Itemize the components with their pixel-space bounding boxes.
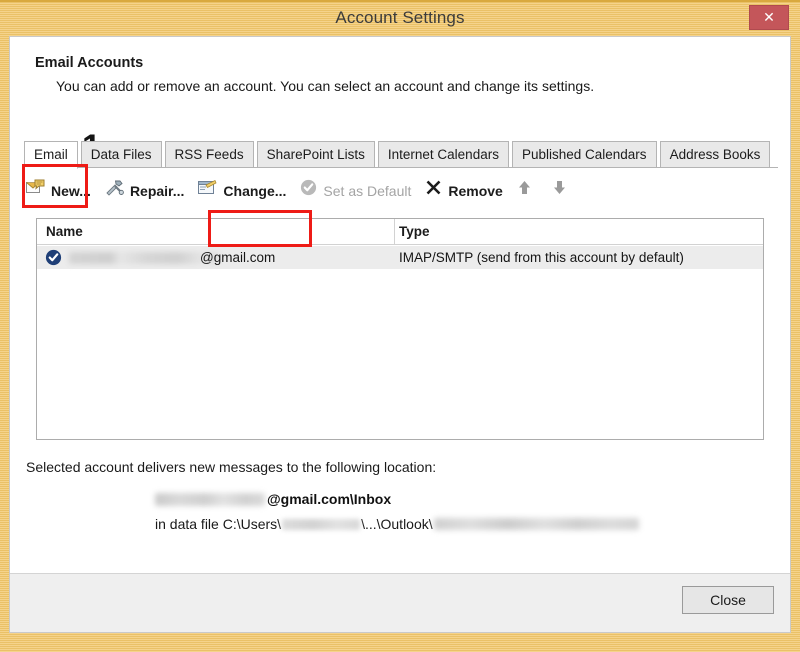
window-title: Account Settings [0,2,800,34]
set-as-default-button[interactable]: Set as Default [300,174,411,208]
arrow-down-icon [552,174,567,208]
new-mail-icon [26,174,45,208]
tab-sharepoint-lists[interactable]: SharePoint Lists [257,141,375,168]
table-row[interactable]: @gmail.com IMAP/SMTP (send from this acc… [37,246,763,269]
change-account-button[interactable]: Change... [198,174,286,208]
delivery-location-suffix: @gmail.com\Inbox [267,489,391,509]
column-header-type: Type [399,219,430,244]
tab-rss-feeds[interactable]: RSS Feeds [165,141,254,168]
delivery-data-file-path: in data file C:\Users\ \...\Outlook\ [155,514,640,534]
dialog-footer: Close [10,573,790,632]
account-name-suffix: @gmail.com [200,248,275,268]
move-down-button[interactable] [552,174,573,208]
repair-account-label: Repair... [130,183,184,199]
repair-tools-icon [105,174,124,208]
account-type: IMAP/SMTP (send from this account by def… [399,248,684,268]
move-up-button[interactable] [517,174,538,208]
remove-account-button[interactable]: Remove [425,174,502,208]
x-remove-icon [425,174,442,208]
account-settings-window: Account Settings ✕ Email Accounts You ca… [0,0,800,652]
column-divider [394,219,395,245]
window-close-button[interactable]: ✕ [749,5,789,30]
column-header-name: Name [46,219,83,244]
tab-internet-calendars[interactable]: Internet Calendars [378,141,509,168]
data-file-prefix: in data file C:\Users\ [155,514,281,534]
arrow-up-icon [517,174,532,208]
redacted-account-name [69,252,219,264]
remove-account-label: Remove [448,183,502,199]
tab-email[interactable]: Email [24,141,78,169]
page-title: Email Accounts [35,55,143,71]
redacted-data-file-name [434,518,639,530]
check-circle-icon [300,174,317,208]
change-account-icon [198,174,217,208]
new-account-label: New... [51,183,91,199]
tab-strip: Email Data Files RSS Feeds SharePoint Li… [24,141,778,168]
data-file-middle: \...\Outlook\ [361,514,433,534]
page-subtitle: You can add or remove an account. You ca… [56,78,594,94]
accounts-list-header: Name Type [37,219,763,245]
delivery-location-label: Selected account delivers new messages t… [26,459,436,475]
change-account-label: Change... [223,183,286,199]
default-account-check-icon [45,249,62,266]
redacted-user-folder [282,519,360,530]
tab-address-books[interactable]: Address Books [660,141,771,168]
tab-published-calendars[interactable]: Published Calendars [512,141,657,168]
accounts-list[interactable]: Name Type @gmail.com IMAP/SMTP (send fro… [36,218,764,440]
accounts-toolbar: New... Repair... [26,174,776,208]
dialog-content-panel: Email Accounts You can add or remove an … [9,36,791,633]
new-account-button[interactable]: New... [26,174,91,208]
repair-account-button[interactable]: Repair... [105,174,184,208]
redacted-mailbox-name [155,493,265,506]
close-button[interactable]: Close [682,586,774,614]
set-as-default-label: Set as Default [323,183,411,199]
tab-data-files[interactable]: Data Files [81,141,162,168]
title-bar: Account Settings ✕ [0,2,800,34]
